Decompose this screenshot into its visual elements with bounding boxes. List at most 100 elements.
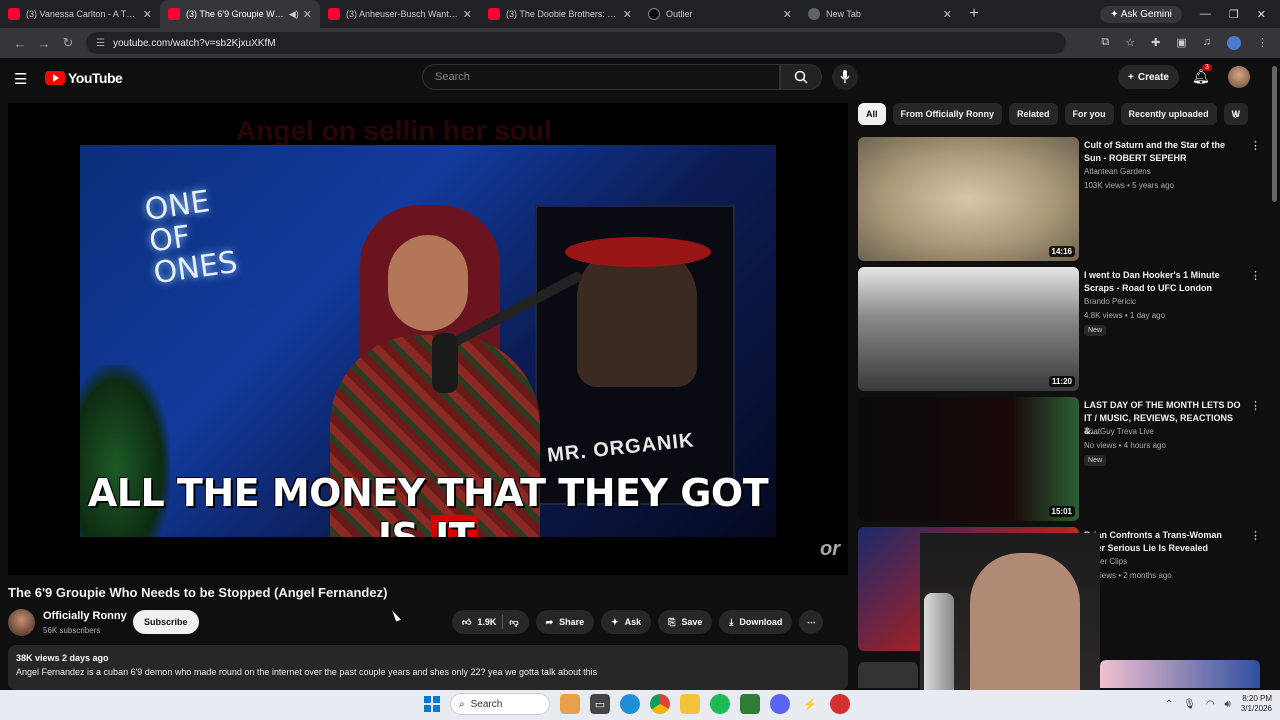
channel-watermark[interactable]: or: [820, 538, 840, 561]
toolbar-icons: ⧉ ☆ ✚ ▣ ♫ ⋮: [1101, 36, 1272, 50]
bolt-icon[interactable]: ⚡: [800, 694, 820, 714]
save-button[interactable]: ⎘ Save: [658, 610, 713, 634]
bookmark-star-icon[interactable]: ☆: [1125, 36, 1135, 50]
forward-icon[interactable]: →: [32, 36, 56, 51]
search-input[interactable]: Search: [422, 64, 780, 90]
voice-search-button[interactable]: [832, 64, 858, 90]
chevron-right-icon[interactable]: ›: [1234, 108, 1238, 122]
channel-name[interactable]: Officially Ronny: [43, 610, 127, 622]
newtab-icon: [808, 8, 820, 20]
chip-for-you[interactable]: For you: [1064, 103, 1114, 125]
description-box[interactable]: 38K views 2 days ago Angel Fernandez is …: [8, 645, 848, 690]
volume-icon[interactable]: 🔊︎: [1225, 699, 1231, 710]
sidepanel-icon[interactable]: ▣: [1176, 36, 1186, 50]
tab-title: (3) Anheuser-Busch Wanted A: [346, 9, 459, 19]
more-options-icon[interactable]: ⋮: [1250, 529, 1261, 542]
ask-gemini-button[interactable]: ✦ Ask Gemini: [1100, 5, 1182, 23]
thumbs-up-icon[interactable]: 👍︎: [462, 617, 471, 628]
video-player[interactable]: Angel on sellin her soul ONE OF ONES MR.…: [8, 103, 848, 575]
widgets-icon[interactable]: [560, 694, 580, 714]
close-window-icon[interactable]: ✕: [1257, 8, 1266, 21]
video-thumbnail[interactable]: [1100, 660, 1260, 688]
edge-icon[interactable]: [620, 694, 640, 714]
more-options-icon[interactable]: ⋮: [1250, 269, 1261, 282]
chevron-up-icon[interactable]: ⌃: [1165, 699, 1173, 710]
close-icon[interactable]: ✕: [943, 8, 952, 21]
recommendation-title[interactable]: I went to Dan Hooker's 1 Minute Scraps -…: [1084, 269, 1244, 295]
speaker-icon[interactable]: ◀): [289, 9, 299, 20]
close-icon[interactable]: ✕: [463, 8, 472, 21]
close-icon[interactable]: ✕: [303, 8, 312, 21]
extensions-icon[interactable]: ✚: [1151, 36, 1160, 50]
site-info-icon[interactable]: ☰: [96, 38, 105, 49]
app-icon[interactable]: [740, 694, 760, 714]
chip-all[interactable]: All: [858, 103, 886, 125]
url-input[interactable]: ☰ youtube.com/watch?v=sb2KjxuXKfM: [86, 32, 1066, 54]
browser-tab-active[interactable]: (3) The 6'9 Groupie Who N ◀) ✕: [160, 0, 320, 28]
recommendation-item[interactable]: 15:01 LAST DAY OF THE MONTH LETS DO IT /…: [858, 397, 1261, 521]
more-actions-button[interactable]: ⋯: [799, 610, 824, 634]
close-icon[interactable]: ✕: [143, 8, 152, 21]
ask-button[interactable]: ✦ Ask: [601, 610, 652, 634]
chip-recently-uploaded[interactable]: Recently uploaded: [1120, 103, 1217, 125]
menu-kebab-icon[interactable]: ⋮: [1257, 36, 1268, 50]
file-explorer-icon[interactable]: [680, 694, 700, 714]
chip-from-channel[interactable]: From Officially Ronny: [892, 103, 1003, 125]
browser-tab[interactable]: (3) Anheuser-Busch Wanted A ✕: [320, 0, 480, 28]
page-scrollbar[interactable]: [1270, 62, 1278, 687]
recording-app-icon[interactable]: [830, 694, 850, 714]
video-thumbnail[interactable]: [858, 662, 918, 688]
restore-icon[interactable]: ❐: [1229, 8, 1239, 21]
clock[interactable]: 8:20 PM 3/1/2026: [1241, 694, 1272, 714]
taskbar-search[interactable]: ⌕ Search: [450, 693, 550, 715]
recommendation-channel[interactable]: ThatGuy Treva Live: [1084, 427, 1154, 436]
chrome-icon[interactable]: [650, 694, 670, 714]
media-control-icon[interactable]: ♫: [1203, 36, 1211, 50]
window-controls: ✦ Ask Gemini — ❐ ✕: [1100, 5, 1280, 23]
video-thumbnail[interactable]: 11:20: [858, 267, 1079, 391]
video-thumbnail[interactable]: 15:01: [858, 397, 1079, 521]
create-button[interactable]: + Create: [1118, 65, 1179, 89]
reload-icon[interactable]: ↻: [56, 35, 80, 51]
youtube-logo[interactable]: YouTube: [45, 70, 123, 86]
install-icon[interactable]: ⧉: [1101, 36, 1109, 50]
wifi-icon[interactable]: ◠: [1206, 699, 1215, 710]
microphone-icon[interactable]: 🎙︎: [1183, 699, 1196, 710]
windows-start-icon[interactable]: [424, 696, 440, 712]
new-tab-button[interactable]: +: [960, 5, 988, 23]
spotify-icon[interactable]: [710, 694, 730, 714]
chip-related[interactable]: Related: [1009, 103, 1058, 125]
scrollbar-thumb[interactable]: [1272, 66, 1277, 202]
more-options-icon[interactable]: ⋮: [1250, 139, 1261, 152]
subscribe-button[interactable]: Subscribe: [133, 610, 199, 634]
task-view-icon[interactable]: ▭: [590, 694, 610, 714]
profile-avatar[interactable]: [1227, 36, 1241, 50]
new-badge: New: [1084, 325, 1107, 336]
browser-tab[interactable]: (3) The Doobie Brothers: Tiny D ✕: [480, 0, 640, 28]
browser-tab[interactable]: Outlier ✕: [640, 0, 800, 28]
share-button[interactable]: ➦ Share: [535, 610, 595, 634]
minimize-icon[interactable]: —: [1200, 8, 1211, 20]
recommendation-item[interactable]: 14:16 Cult of Saturn and the Star of the…: [858, 137, 1261, 261]
notifications-button[interactable]: 🔔︎ 3: [1192, 64, 1212, 85]
back-icon[interactable]: ←: [8, 36, 32, 51]
thumbs-down-icon[interactable]: 👎︎: [509, 617, 518, 628]
recommendation-title[interactable]: Brian Confronts a Trans-Woman After Seri…: [1084, 529, 1244, 555]
video-thumbnail[interactable]: 14:16: [858, 137, 1079, 261]
more-options-icon[interactable]: ⋮: [1250, 399, 1261, 412]
recommendation-channel[interactable]: Brando Pericic: [1084, 297, 1136, 306]
close-icon[interactable]: ✕: [783, 8, 792, 21]
browser-tab[interactable]: (3) Vanessa Carlton - A Thousa ✕: [0, 0, 160, 28]
hamburger-menu-icon[interactable]: ☰: [14, 70, 27, 88]
discord-icon[interactable]: [770, 694, 790, 714]
search-button[interactable]: [780, 64, 822, 90]
recommendation-channel[interactable]: Atlantean Gardens: [1084, 167, 1151, 176]
channel-avatar[interactable]: [8, 609, 35, 636]
recommendation-item[interactable]: 11:20 I went to Dan Hooker's 1 Minute Sc…: [858, 267, 1261, 391]
close-icon[interactable]: ✕: [623, 8, 632, 21]
recommendation-title[interactable]: Cult of Saturn and the Star of the Sun -…: [1084, 139, 1244, 165]
like-count[interactable]: 1.9K: [477, 617, 496, 627]
browser-tab[interactable]: New Tab ✕: [800, 0, 960, 28]
download-button[interactable]: ⤓ Download: [719, 610, 793, 634]
account-avatar[interactable]: [1228, 66, 1250, 88]
